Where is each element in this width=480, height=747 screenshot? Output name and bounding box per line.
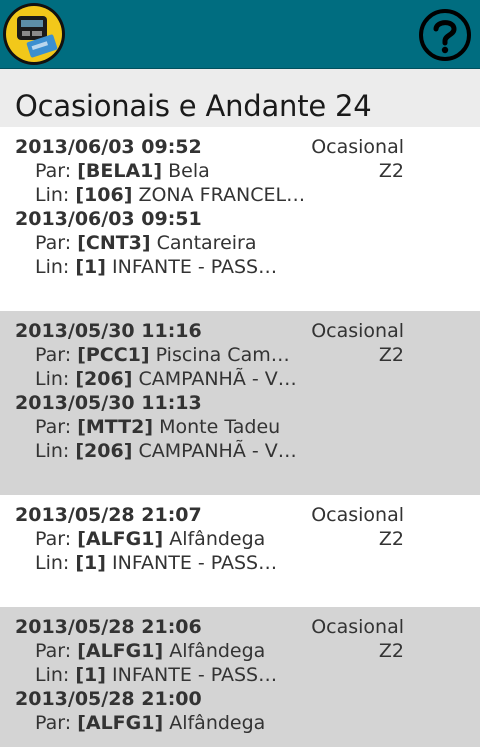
trip-stop: Par: [PCC1] Piscina Cam… — [0, 343, 480, 367]
line-prefix: Lin: — [35, 664, 70, 686]
line-name: ZONA FRANCEL… — [138, 184, 306, 206]
line-name: INFANTE - PASS… — [112, 552, 278, 574]
stop-code: [MTT2] — [77, 416, 154, 438]
stop-prefix: Par: — [35, 232, 72, 254]
trip-datetime: 2013/05/28 21:00 — [15, 688, 202, 710]
line-name: CAMPANHÃ - V… — [138, 440, 297, 462]
history-card[interactable]: Ocasional Z2 2013/06/03 09:52 Par: [BELA1] … — [0, 127, 480, 311]
trip-datetime: 2013/05/28 21:07 — [15, 504, 202, 526]
trip-stop: Par: [CNT3] Cantareira — [0, 231, 480, 255]
stop-name: Cantareira — [156, 232, 257, 254]
stop-prefix: Par: — [35, 528, 72, 550]
stop-prefix: Par: — [35, 416, 72, 438]
history-card[interactable]: Ocasional Z2 2013/05/30 11:16 Par: [PCC1] P… — [0, 311, 480, 495]
line-name: CAMPANHÃ - V… — [138, 368, 297, 390]
action-bar — [0, 0, 480, 69]
line-prefix: Lin: — [35, 552, 70, 574]
trip-datetime: 2013/06/03 09:52 — [15, 136, 202, 158]
trip-entry: 2013/06/03 09:52 Par: [BELA1] Bela Lin: [1… — [0, 135, 480, 207]
stop-name: Piscina Cam… — [155, 344, 290, 366]
stop-name: Monte Tadeu — [159, 416, 281, 438]
trip-line: Lin: [1] INFANTE - PASS… — [0, 663, 480, 687]
line-code: [206] — [75, 368, 133, 390]
trip-entry: 2013/05/30 11:13 Par: [MTT2] Monte Tadeu L… — [0, 391, 480, 463]
screen-header: Ocasionais e Andante 24 — [0, 69, 480, 127]
stop-name: Alfândega — [169, 640, 266, 662]
trip-stop: Par: [ALFG1] Alfândega — [0, 639, 480, 663]
help-button[interactable] — [418, 8, 472, 62]
stop-code: [BELA1] — [77, 160, 163, 182]
history-card[interactable]: Ocasional Z2 2013/05/28 21:06 Par: [ALFG1] … — [0, 607, 480, 747]
trip-entry: 2013/05/30 11:16 Par: [PCC1] Piscina Cam…… — [0, 319, 480, 391]
trip-entry: 2013/05/28 21:07 Par: [ALFG1] Alfândega Li… — [0, 503, 480, 575]
trip-line: Lin: [1] INFANTE - PASS… — [0, 551, 480, 575]
stop-code: [CNT3] — [77, 232, 151, 254]
line-code: [1] — [75, 664, 106, 686]
stop-prefix: Par: — [35, 640, 72, 662]
trip-line: Lin: [1] INFANTE - PASS… — [0, 255, 480, 279]
stop-prefix: Par: — [35, 712, 72, 734]
stop-name: Alfândega — [169, 712, 266, 734]
line-name: INFANTE - PASS… — [112, 664, 278, 686]
line-name: INFANTE - PASS… — [112, 256, 278, 278]
line-code: [106] — [75, 184, 133, 206]
line-code: [206] — [75, 440, 133, 462]
trip-stop: Par: [MTT2] Monte Tadeu — [0, 415, 480, 439]
stop-name: Bela — [168, 160, 210, 182]
trip-line: Lin: [206] CAMPANHÃ - V… — [0, 439, 480, 463]
trip-entry: 2013/05/28 21:00 Par: [ALFG1] Alfândega — [0, 687, 480, 735]
line-prefix: Lin: — [35, 440, 70, 462]
line-code: [1] — [75, 256, 106, 278]
trip-entry: 2013/05/28 21:06 Par: [ALFG1] Alfândega Li… — [0, 615, 480, 687]
trip-datetime: 2013/05/30 11:16 — [15, 320, 202, 342]
line-prefix: Lin: — [35, 368, 70, 390]
history-card[interactable]: Ocasional Z2 2013/05/28 21:07 Par: [ALFG1] … — [0, 495, 480, 607]
andante-app-icon[interactable] — [2, 2, 66, 66]
stop-prefix: Par: — [35, 344, 72, 366]
stop-code: [ALFG1] — [77, 712, 164, 734]
stop-name: Alfândega — [169, 528, 266, 550]
help-icon — [419, 9, 471, 61]
trip-datetime: 2013/06/03 09:51 — [15, 208, 202, 230]
trip-stop: Par: [BELA1] Bela — [0, 159, 480, 183]
line-code: [1] — [75, 552, 106, 574]
trip-datetime: 2013/05/28 21:06 — [15, 616, 202, 638]
stop-prefix: Par: — [35, 160, 72, 182]
trip-line: Lin: [206] CAMPANHÃ - V… — [0, 367, 480, 391]
trip-list[interactable]: Ocasional Z2 2013/06/03 09:52 Par: [BELA1] … — [0, 127, 480, 747]
trip-entry: 2013/06/03 09:51 Par: [CNT3] Cantareira Li… — [0, 207, 480, 279]
trip-line: Lin: [106] ZONA FRANCEL… — [0, 183, 480, 207]
trip-stop: Par: [ALFG1] Alfândega — [0, 711, 480, 735]
line-prefix: Lin: — [35, 256, 70, 278]
stop-code: [ALFG1] — [77, 640, 164, 662]
trip-datetime: 2013/05/30 11:13 — [15, 392, 202, 414]
stop-code: [PCC1] — [77, 344, 150, 366]
line-prefix: Lin: — [35, 184, 70, 206]
page-title: Ocasionais e Andante 24 — [15, 89, 372, 123]
trip-stop: Par: [ALFG1] Alfândega — [0, 527, 480, 551]
stop-code: [ALFG1] — [77, 528, 164, 550]
